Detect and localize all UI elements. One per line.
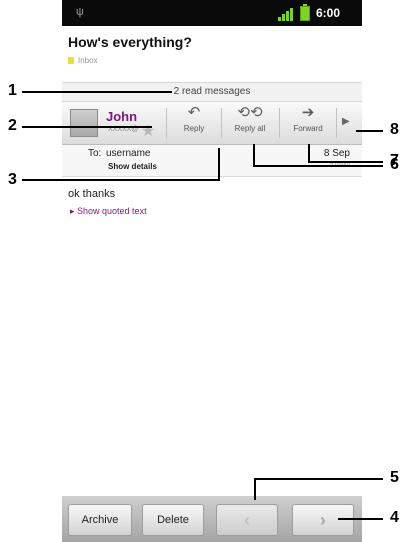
- callout-line-5: [254, 478, 256, 500]
- callout-line-2: [22, 126, 152, 128]
- next-arrow-icon: ›: [320, 509, 326, 530]
- sender-name[interactable]: John: [106, 109, 137, 124]
- callout-number-7: 7: [390, 152, 399, 169]
- callout-line-6: [253, 144, 255, 167]
- battery-icon: [300, 4, 310, 21]
- show-quoted-text-link[interactable]: ▸ Show quoted text: [70, 206, 147, 217]
- bottom-action-bar: Archive Delete ‹ ›: [62, 496, 362, 542]
- callout-line-7: [308, 161, 383, 163]
- callout-number-4: 4: [390, 509, 399, 526]
- message-date: 8 Sep: [323, 148, 350, 159]
- usb-icon: ψ: [76, 6, 84, 18]
- forward-label: Forward: [293, 124, 323, 133]
- previous-message-button[interactable]: ‹: [216, 504, 278, 536]
- signal-icon: [278, 8, 293, 21]
- callout-line-4: [338, 518, 383, 520]
- status-time: 6:00: [316, 6, 341, 20]
- callout-line-8: [356, 130, 383, 132]
- forward-icon: ➔: [301, 104, 315, 121]
- callout-number-2: 2: [8, 117, 17, 134]
- reply-all-icon: ⟲⟲: [237, 104, 263, 121]
- more-icon[interactable]: ▶: [342, 116, 350, 127]
- callout-number-3: 3: [8, 171, 17, 188]
- callout-line-1: [22, 91, 172, 93]
- toolbar-separator: [166, 108, 167, 138]
- to-value: username: [106, 148, 151, 159]
- reply-icon: ↶: [187, 104, 201, 121]
- callout-number-5: 5: [390, 469, 399, 486]
- reply-button[interactable]: ↶ Reply: [168, 104, 220, 142]
- toolbar-separator: [336, 108, 337, 138]
- callout-number-1: 1: [8, 82, 17, 99]
- label-row: Inbox: [68, 56, 98, 65]
- callout-line-6: [253, 165, 383, 167]
- callout-number-8: 8: [390, 121, 399, 138]
- archive-button[interactable]: Archive: [68, 504, 132, 536]
- previous-arrow-icon: ‹: [244, 509, 250, 530]
- label-icon: [68, 57, 74, 64]
- avatar-icon[interactable]: [70, 109, 98, 137]
- delete-button[interactable]: Delete: [142, 504, 204, 536]
- show-details-link[interactable]: Show details: [108, 162, 157, 171]
- message-body: ok thanks: [68, 188, 116, 200]
- to-label: To:: [88, 148, 102, 159]
- callout-line-5: [254, 478, 383, 480]
- label-text: Inbox: [78, 56, 98, 65]
- reply-all-label: Reply all: [234, 124, 266, 133]
- message-toolbar: John XXXXX@ ★ ↶ Reply ⟲⟲ Reply all ➔ For…: [62, 102, 362, 145]
- callout-line-3: [22, 179, 218, 181]
- email-app-screen: ψ 6:00 How's everything? Inbox 2 read me…: [62, 0, 362, 542]
- next-message-button[interactable]: ›: [292, 504, 354, 536]
- message-subject: How's everything?: [68, 34, 192, 50]
- forward-button[interactable]: ➔ Forward: [280, 104, 336, 142]
- star-icon[interactable]: ★: [141, 121, 155, 141]
- reply-all-button[interactable]: ⟲⟲ Reply all: [222, 104, 278, 142]
- reply-label: Reply: [183, 124, 205, 133]
- callout-line-3: [218, 148, 220, 181]
- callout-line-7: [308, 144, 310, 163]
- status-bar: ψ 6:00: [62, 0, 362, 26]
